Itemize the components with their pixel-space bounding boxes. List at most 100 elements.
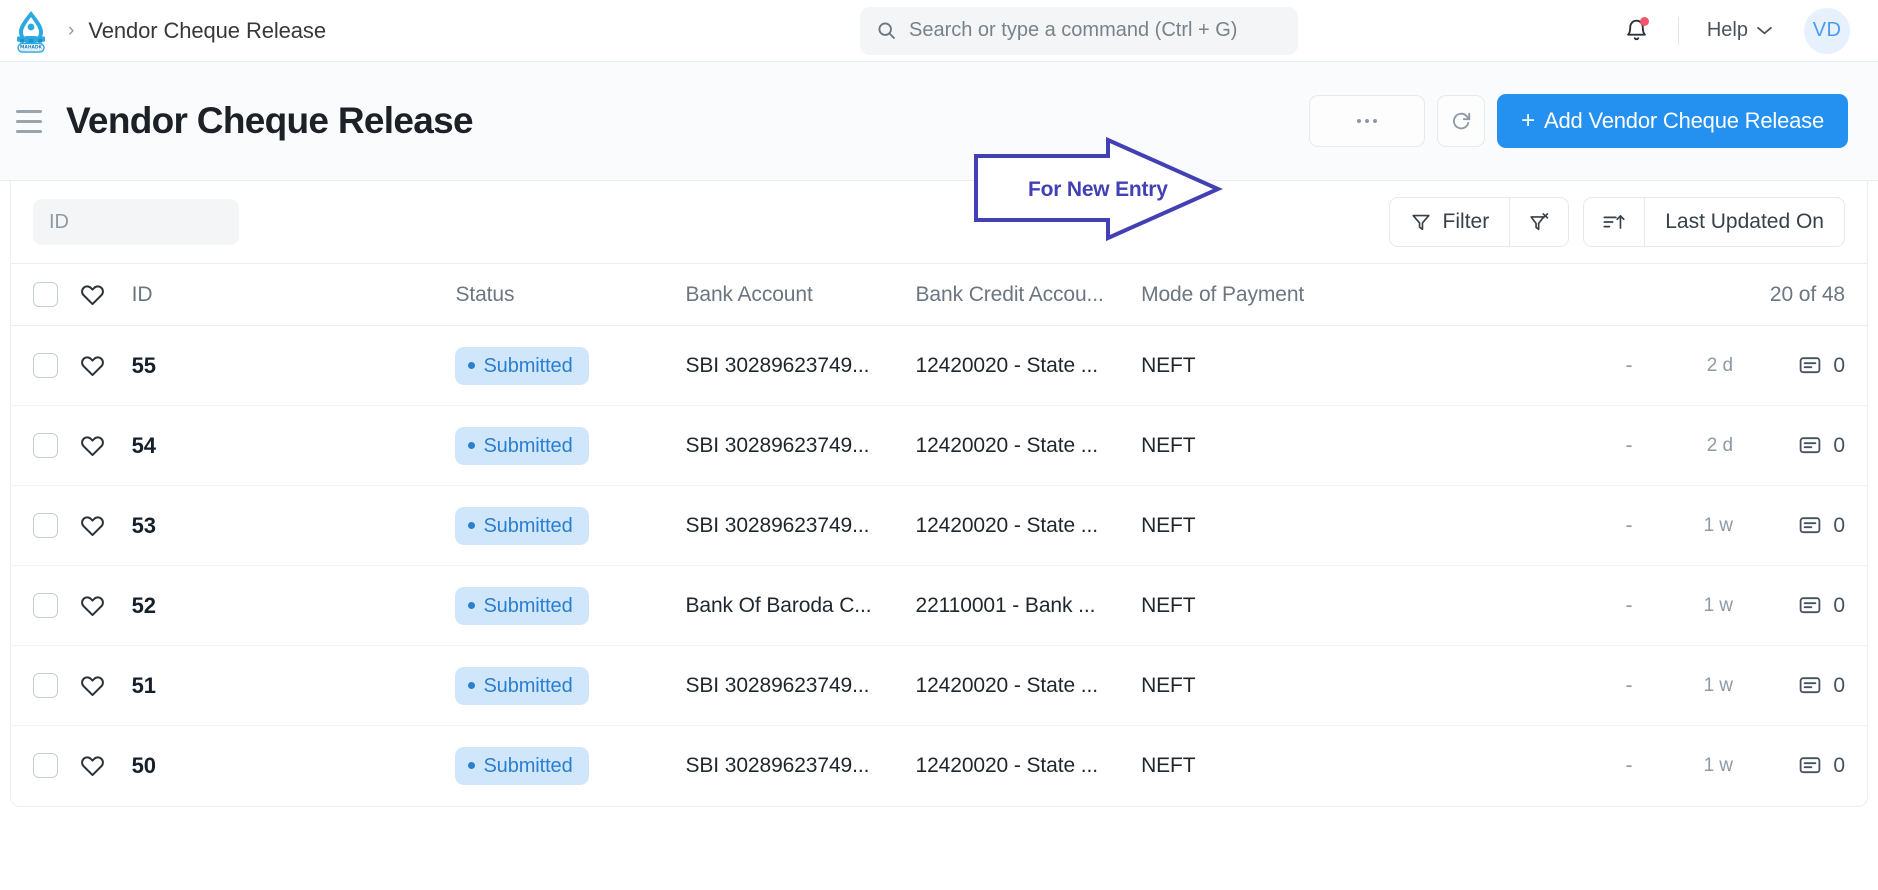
table-header-row: ID Status Bank Account Bank Credit Accou… <box>11 263 1867 326</box>
list-view-container: Filter <box>0 181 1878 807</box>
search-input[interactable] <box>909 19 1282 42</box>
status-label: Submitted <box>483 594 573 617</box>
column-header-mode-of-payment[interactable]: Mode of Payment <box>1141 263 1566 326</box>
select-all-checkbox[interactable] <box>33 282 58 307</box>
sort-button-group: Last Updated On <box>1583 197 1845 247</box>
refresh-button[interactable] <box>1437 95 1486 147</box>
cell-bank-credit-account: 12420020 - State ... <box>915 645 1142 726</box>
heart-icon[interactable] <box>80 754 105 777</box>
table-header: ID Status Bank Account Bank Credit Accou… <box>11 263 1867 326</box>
funnel-x-icon <box>1530 213 1549 231</box>
column-header-id[interactable]: ID <box>131 263 456 326</box>
column-header-bank-credit-account[interactable]: Bank Credit Accou... <box>915 263 1142 326</box>
navbar-divider <box>1677 16 1679 45</box>
filter-button[interactable]: Filter <box>1390 198 1510 246</box>
cell-id: 54 <box>131 405 456 486</box>
menu-button[interactable] <box>1309 95 1426 147</box>
table-row[interactable]: 53 Submitted SBI 30289623749... 12420020… <box>11 485 1867 566</box>
sort-field-button[interactable]: Last Updated On <box>1644 198 1844 246</box>
sort-direction-button[interactable] <box>1584 198 1644 246</box>
avatar[interactable]: VD <box>1804 7 1850 54</box>
help-label: Help <box>1706 19 1748 41</box>
status-dot-icon <box>468 602 476 609</box>
column-header-bank-account[interactable]: Bank Account <box>685 263 916 326</box>
favorite-header <box>80 263 132 326</box>
row-checkbox[interactable] <box>33 353 58 378</box>
breadcrumb-separator-icon: › <box>68 19 75 41</box>
hamburger-line <box>16 109 42 113</box>
global-search[interactable] <box>860 6 1298 55</box>
heart-icon[interactable] <box>80 514 105 537</box>
notification-badge-dot <box>1639 16 1649 26</box>
cell-bank-account: Bank Of Baroda C... <box>685 565 916 646</box>
cell-mode-of-payment: NEFT <box>1141 485 1566 566</box>
table-row[interactable]: 54 Submitted SBI 30289623749... 12420020… <box>11 405 1867 486</box>
add-vendor-cheque-release-button[interactable]: + Add Vendor Cheque Release <box>1497 94 1848 148</box>
cell-bank-credit-account: 12420020 - State ... <box>915 753 1099 777</box>
cell-bank-account: SBI 30289623749... <box>685 405 916 486</box>
heart-icon[interactable] <box>80 594 105 617</box>
filter-button-group: Filter <box>1388 197 1570 247</box>
top-navbar: MAHADK INFRASTRUCTURE › Vendor Cheque Re… <box>0 0 1878 62</box>
row-checkbox[interactable] <box>33 753 58 779</box>
cell-id: 51 <box>131 645 456 726</box>
row-select-cell <box>11 405 81 486</box>
cell-last-modified: 2 d <box>1632 325 1733 406</box>
row-select-cell <box>11 726 80 806</box>
cell-last-modified: 1 w <box>1632 645 1733 726</box>
comment-icon <box>1800 436 1821 453</box>
table-row[interactable]: 52 Submitted Bank Of Baroda C... 2211000… <box>11 565 1867 646</box>
row-id-link[interactable]: 51 <box>132 673 156 698</box>
notifications-button[interactable] <box>1614 8 1660 54</box>
id-filter-input[interactable] <box>33 199 239 245</box>
comment-count: 0 <box>1833 433 1845 457</box>
cell-last-modified: 1 w <box>1632 565 1733 646</box>
comment-count-wrap[interactable]: 0 <box>1733 674 1845 698</box>
row-checkbox[interactable] <box>33 433 58 458</box>
heart-icon[interactable] <box>80 674 105 697</box>
comment-count: 0 <box>1833 673 1845 697</box>
row-id-link[interactable]: 54 <box>132 433 156 458</box>
cell-assigned-to: - <box>1625 753 1633 777</box>
row-id-link[interactable]: 53 <box>132 513 156 538</box>
row-id-link[interactable]: 52 <box>132 593 156 618</box>
heart-icon[interactable] <box>80 354 105 377</box>
help-menu-button[interactable]: Help <box>1701 13 1778 48</box>
mahadk-logo-icon: MAHADK INFRASTRUCTURE <box>17 10 45 53</box>
svg-text:INFRASTRUCTURE: INFRASTRUCTURE <box>19 48 43 52</box>
row-checkbox[interactable] <box>33 513 58 538</box>
heart-icon[interactable] <box>80 434 105 457</box>
row-select-cell <box>11 645 81 726</box>
status-dot-icon <box>468 362 476 369</box>
sidebar-toggle-button[interactable] <box>10 101 50 141</box>
comment-count-wrap[interactable]: 0 <box>1733 354 1845 378</box>
table-row[interactable]: 55 Submitted SBI 30289623749... 12420020… <box>11 325 1867 406</box>
comment-count-wrap[interactable]: 0 <box>1733 594 1845 618</box>
comment-count-wrap[interactable]: 0 <box>1733 514 1845 538</box>
row-checkbox[interactable] <box>33 673 58 698</box>
page-header-actions: + Add Vendor Cheque Release <box>1309 94 1848 148</box>
cell-mode-of-payment: NEFT <box>1141 405 1566 486</box>
row-checkbox[interactable] <box>33 593 58 618</box>
row-id-link[interactable]: 55 <box>132 353 156 378</box>
comment-count-wrap[interactable]: 0 <box>1733 754 1845 778</box>
status-badge: Submitted <box>455 346 589 385</box>
cell-bank-credit-account: 22110001 - Bank ... <box>915 565 1142 646</box>
comment-icon <box>1800 676 1821 693</box>
cell-bank-account: SBI 30289623749... <box>685 325 916 406</box>
comment-count: 0 <box>1833 353 1845 377</box>
column-header-status[interactable]: Status <box>455 263 686 326</box>
breadcrumb[interactable]: Vendor Cheque Release <box>88 18 326 44</box>
cell-assigned-to: - <box>1565 485 1633 566</box>
row-id-link[interactable]: 50 <box>132 753 156 778</box>
cell-status: Submitted <box>455 645 686 726</box>
app-logo[interactable]: MAHADK INFRASTRUCTURE <box>8 8 54 54</box>
navbar-right-controls: Help VD <box>1614 7 1850 54</box>
row-favorite-cell <box>80 485 132 566</box>
table-row[interactable]: 50 Submitted SBI 30289623749... 12420020… <box>11 726 1867 806</box>
comment-count-wrap[interactable]: 0 <box>1733 434 1845 458</box>
clear-filter-button[interactable] <box>1509 198 1568 246</box>
table-row[interactable]: 51 Submitted SBI 30289623749... 12420020… <box>11 645 1867 726</box>
chevron-down-icon <box>1757 26 1772 35</box>
vendor-cheque-release-table: ID Status Bank Account Bank Credit Accou… <box>11 263 1867 806</box>
